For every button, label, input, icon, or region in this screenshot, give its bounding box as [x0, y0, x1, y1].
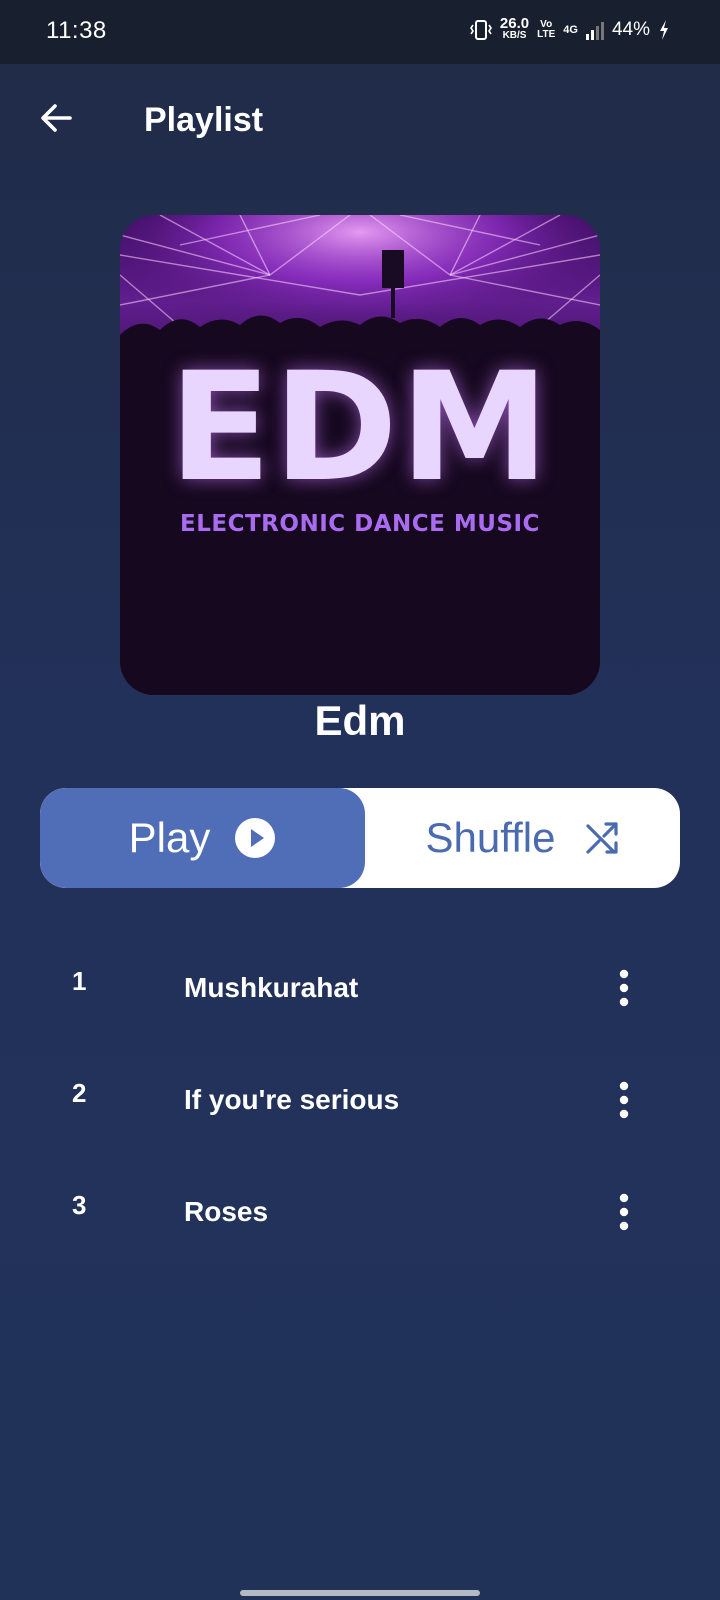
track-number: 2 — [72, 1078, 87, 1108]
volte-indicator: Vo LTE — [537, 19, 556, 40]
vibrate-icon — [469, 20, 492, 40]
shuffle-button[interactable]: Shuffle — [365, 788, 680, 888]
track-title: Mushkurahat — [184, 972, 359, 1003]
more-vertical-icon[interactable] — [610, 1192, 638, 1232]
list-item[interactable]: 3 Roses — [0, 1184, 720, 1296]
track-number: 1 — [72, 966, 87, 996]
more-vertical-icon[interactable] — [610, 1080, 638, 1120]
signal-icon — [585, 20, 604, 40]
page-title: Playlist — [144, 101, 264, 139]
play-label: Play — [128, 814, 211, 861]
playlist-name: Edm — [314, 697, 406, 744]
list-item[interactable]: 1 Mushkurahat — [0, 960, 720, 1072]
shuffle-icon — [585, 822, 618, 854]
list-item[interactable]: 2 If you're serious — [0, 1072, 720, 1184]
track-title: Roses — [184, 1196, 269, 1227]
shuffle-label: Shuffle — [425, 814, 556, 861]
status-time: 11:38 — [46, 17, 107, 44]
network-type: 4G — [563, 24, 578, 36]
playback-controls: Play Shuffle — [40, 788, 680, 888]
battery-percent: 44% — [611, 19, 650, 40]
play-button[interactable]: Play — [40, 788, 365, 888]
play-circle-icon — [235, 818, 276, 858]
network-speed: 26.0 KB/S — [499, 15, 530, 41]
playlist-cover-art: EDM ELECTRONIC DANCE MUSIC — [120, 215, 600, 695]
status-bar: 11:38 26.0 KB/S Vo LTE 4G 44% — [0, 0, 720, 64]
app-header: Playlist — [0, 64, 720, 174]
more-vertical-icon[interactable] — [610, 968, 638, 1008]
status-icons: 26.0 KB/S Vo LTE 4G 44% — [469, 15, 670, 42]
home-indicator[interactable] — [240, 1590, 480, 1596]
track-number: 3 — [72, 1190, 87, 1220]
charging-icon — [660, 20, 668, 40]
cover-subtitle-text: ELECTRONIC DANCE MUSIC — [180, 511, 540, 537]
track-title: If you're serious — [184, 1084, 400, 1115]
arrow-left-icon[interactable] — [36, 98, 76, 138]
cover-title-text: EDM — [168, 341, 552, 515]
